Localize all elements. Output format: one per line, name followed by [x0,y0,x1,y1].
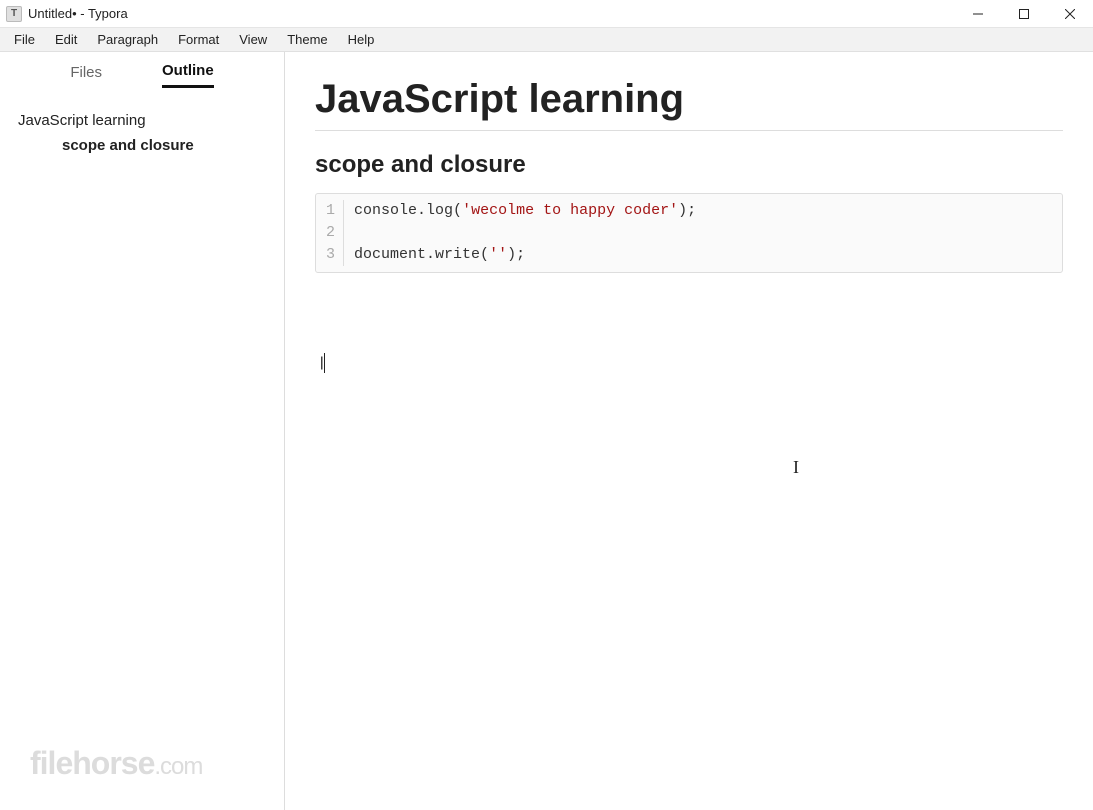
workspace: Files Outline JavaScript learning scope … [0,52,1093,810]
code-text[interactable]: console.log('wecolme to happy coder'); [354,200,696,222]
line-number: 1 [316,200,344,222]
heading-1[interactable]: JavaScript learning [315,77,1063,122]
ibeam-cursor-icon: I [793,457,799,478]
menu-format[interactable]: Format [168,30,229,49]
menu-view[interactable]: View [229,30,277,49]
menubar: File Edit Paragraph Format View Theme He… [0,28,1093,52]
menu-file[interactable]: File [4,30,45,49]
code-line[interactable]: 3 document.write(''); [316,244,1062,266]
line-number: 2 [316,222,344,244]
outline-item-h1[interactable]: JavaScript learning [18,108,266,133]
window-controls [955,0,1093,28]
close-button[interactable] [1047,0,1093,28]
menu-paragraph[interactable]: Paragraph [87,30,168,49]
menu-edit[interactable]: Edit [45,30,87,49]
tab-files[interactable]: Files [70,64,102,87]
menu-help[interactable]: Help [338,30,385,49]
code-line[interactable]: 1 console.log('wecolme to happy coder'); [316,200,1062,222]
outline-panel: JavaScript learning scope and closure [0,98,284,168]
heading-divider [315,130,1063,131]
menu-theme[interactable]: Theme [277,30,337,49]
code-block[interactable]: 1 console.log('wecolme to happy coder'); 2… [315,193,1063,273]
minimize-button[interactable] [955,0,1001,28]
editor[interactable]: JavaScript learning scope and closure 1c… [285,52,1093,810]
code-line[interactable]: 2 [316,222,1062,244]
watermark: filehorse.com [30,745,202,782]
app-icon: T [6,6,22,22]
caret-line[interactable]: | [315,353,1063,373]
titlebar: T Untitled• - Typora [0,0,1093,28]
text-caret-icon [324,353,325,373]
maximize-button[interactable] [1001,0,1047,28]
sidebar: Files Outline JavaScript learning scope … [0,52,285,810]
sidebar-tabs: Files Outline [0,52,284,98]
outline-item-h2[interactable]: scope and closure [18,133,266,158]
watermark-suffix: .com [154,753,202,780]
tab-outline[interactable]: Outline [162,62,214,88]
watermark-main: filehorse [30,745,154,781]
window-title: Untitled• - Typora [28,6,128,21]
line-number: 3 [316,244,344,266]
code-text[interactable]: document.write(''); [354,244,525,266]
heading-2[interactable]: scope and closure [315,151,1063,179]
